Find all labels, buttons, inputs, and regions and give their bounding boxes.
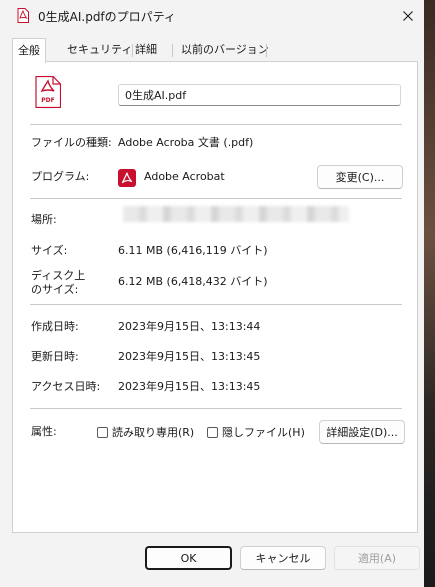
modified-value: 2023年9月15日、13:13:45: [118, 350, 261, 363]
size-value: 6.11 MB (6,416,119 バイト): [118, 244, 268, 257]
size-label: サイズ:: [31, 244, 68, 257]
file-type-label: ファイルの種類:: [31, 136, 112, 149]
pdf-file-icon: PDF: [35, 76, 61, 108]
window-title: 0生成AI.pdfのプロパティ: [38, 10, 176, 24]
cancel-button[interactable]: キャンセル: [240, 546, 326, 570]
pdf-icon-label: PDF: [41, 97, 54, 104]
change-program-button[interactable]: 変更(C)...: [317, 165, 403, 189]
tab-previous-versions[interactable]: 以前のバージョン: [176, 40, 274, 60]
file-type-value: Adobe Acroba 文書 (.pdf): [118, 136, 254, 149]
hidden-label[interactable]: 隠しファイル(H): [222, 426, 305, 439]
adobe-acrobat-icon: [118, 169, 136, 187]
program-value: Adobe Acrobat: [144, 170, 225, 183]
desktop-background: [423, 0, 435, 587]
file-name-input[interactable]: [118, 84, 401, 106]
close-button[interactable]: [396, 4, 420, 28]
disk-size-label-line2: のサイズ:: [31, 283, 79, 296]
tab-separator: [266, 44, 267, 57]
hidden-checkbox[interactable]: [207, 427, 218, 438]
program-label: プログラム:: [31, 170, 90, 183]
divider: [30, 124, 402, 125]
location-value-redacted: [123, 206, 349, 222]
tab-general[interactable]: 全般: [12, 38, 46, 63]
location-label: 場所:: [31, 213, 57, 226]
ok-button[interactable]: OK: [145, 546, 232, 570]
tab-separator: [172, 44, 173, 57]
properties-dialog: 0生成AI.pdfのプロパティ 全般 セキュリティ 詳細 以前のバージョン PD…: [0, 0, 424, 587]
modified-label: 更新日時:: [31, 350, 79, 363]
apply-button[interactable]: 適用(A): [334, 546, 420, 570]
divider: [30, 304, 402, 305]
readonly-label[interactable]: 読み取り専用(R): [112, 426, 194, 439]
advanced-attributes-button[interactable]: 詳細設定(D)...: [319, 420, 405, 444]
tab-security[interactable]: セキュリティ: [62, 40, 137, 60]
disk-size-value: 6.12 MB (6,418,432 バイト): [118, 275, 268, 288]
accessed-value: 2023年9月15日、13:13:45: [118, 380, 261, 393]
attributes-label: 属性:: [31, 425, 57, 438]
title-bar: 0生成AI.pdfのプロパティ: [0, 0, 424, 32]
close-icon: [403, 11, 413, 21]
disk-size-label-line1: ディスク上: [31, 269, 86, 282]
general-panel: PDF ファイルの種類: Adobe Acroba 文書 (.pdf) プログラ…: [12, 61, 418, 533]
tab-details[interactable]: 詳細: [130, 40, 162, 60]
divider: [30, 408, 402, 409]
created-label: 作成日時:: [31, 320, 79, 333]
pdf-file-icon: [17, 8, 29, 23]
divider: [30, 198, 402, 199]
created-value: 2023年9月15日、13:13:44: [118, 320, 261, 333]
readonly-checkbox[interactable]: [97, 427, 108, 438]
accessed-label: アクセス日時:: [31, 380, 101, 393]
